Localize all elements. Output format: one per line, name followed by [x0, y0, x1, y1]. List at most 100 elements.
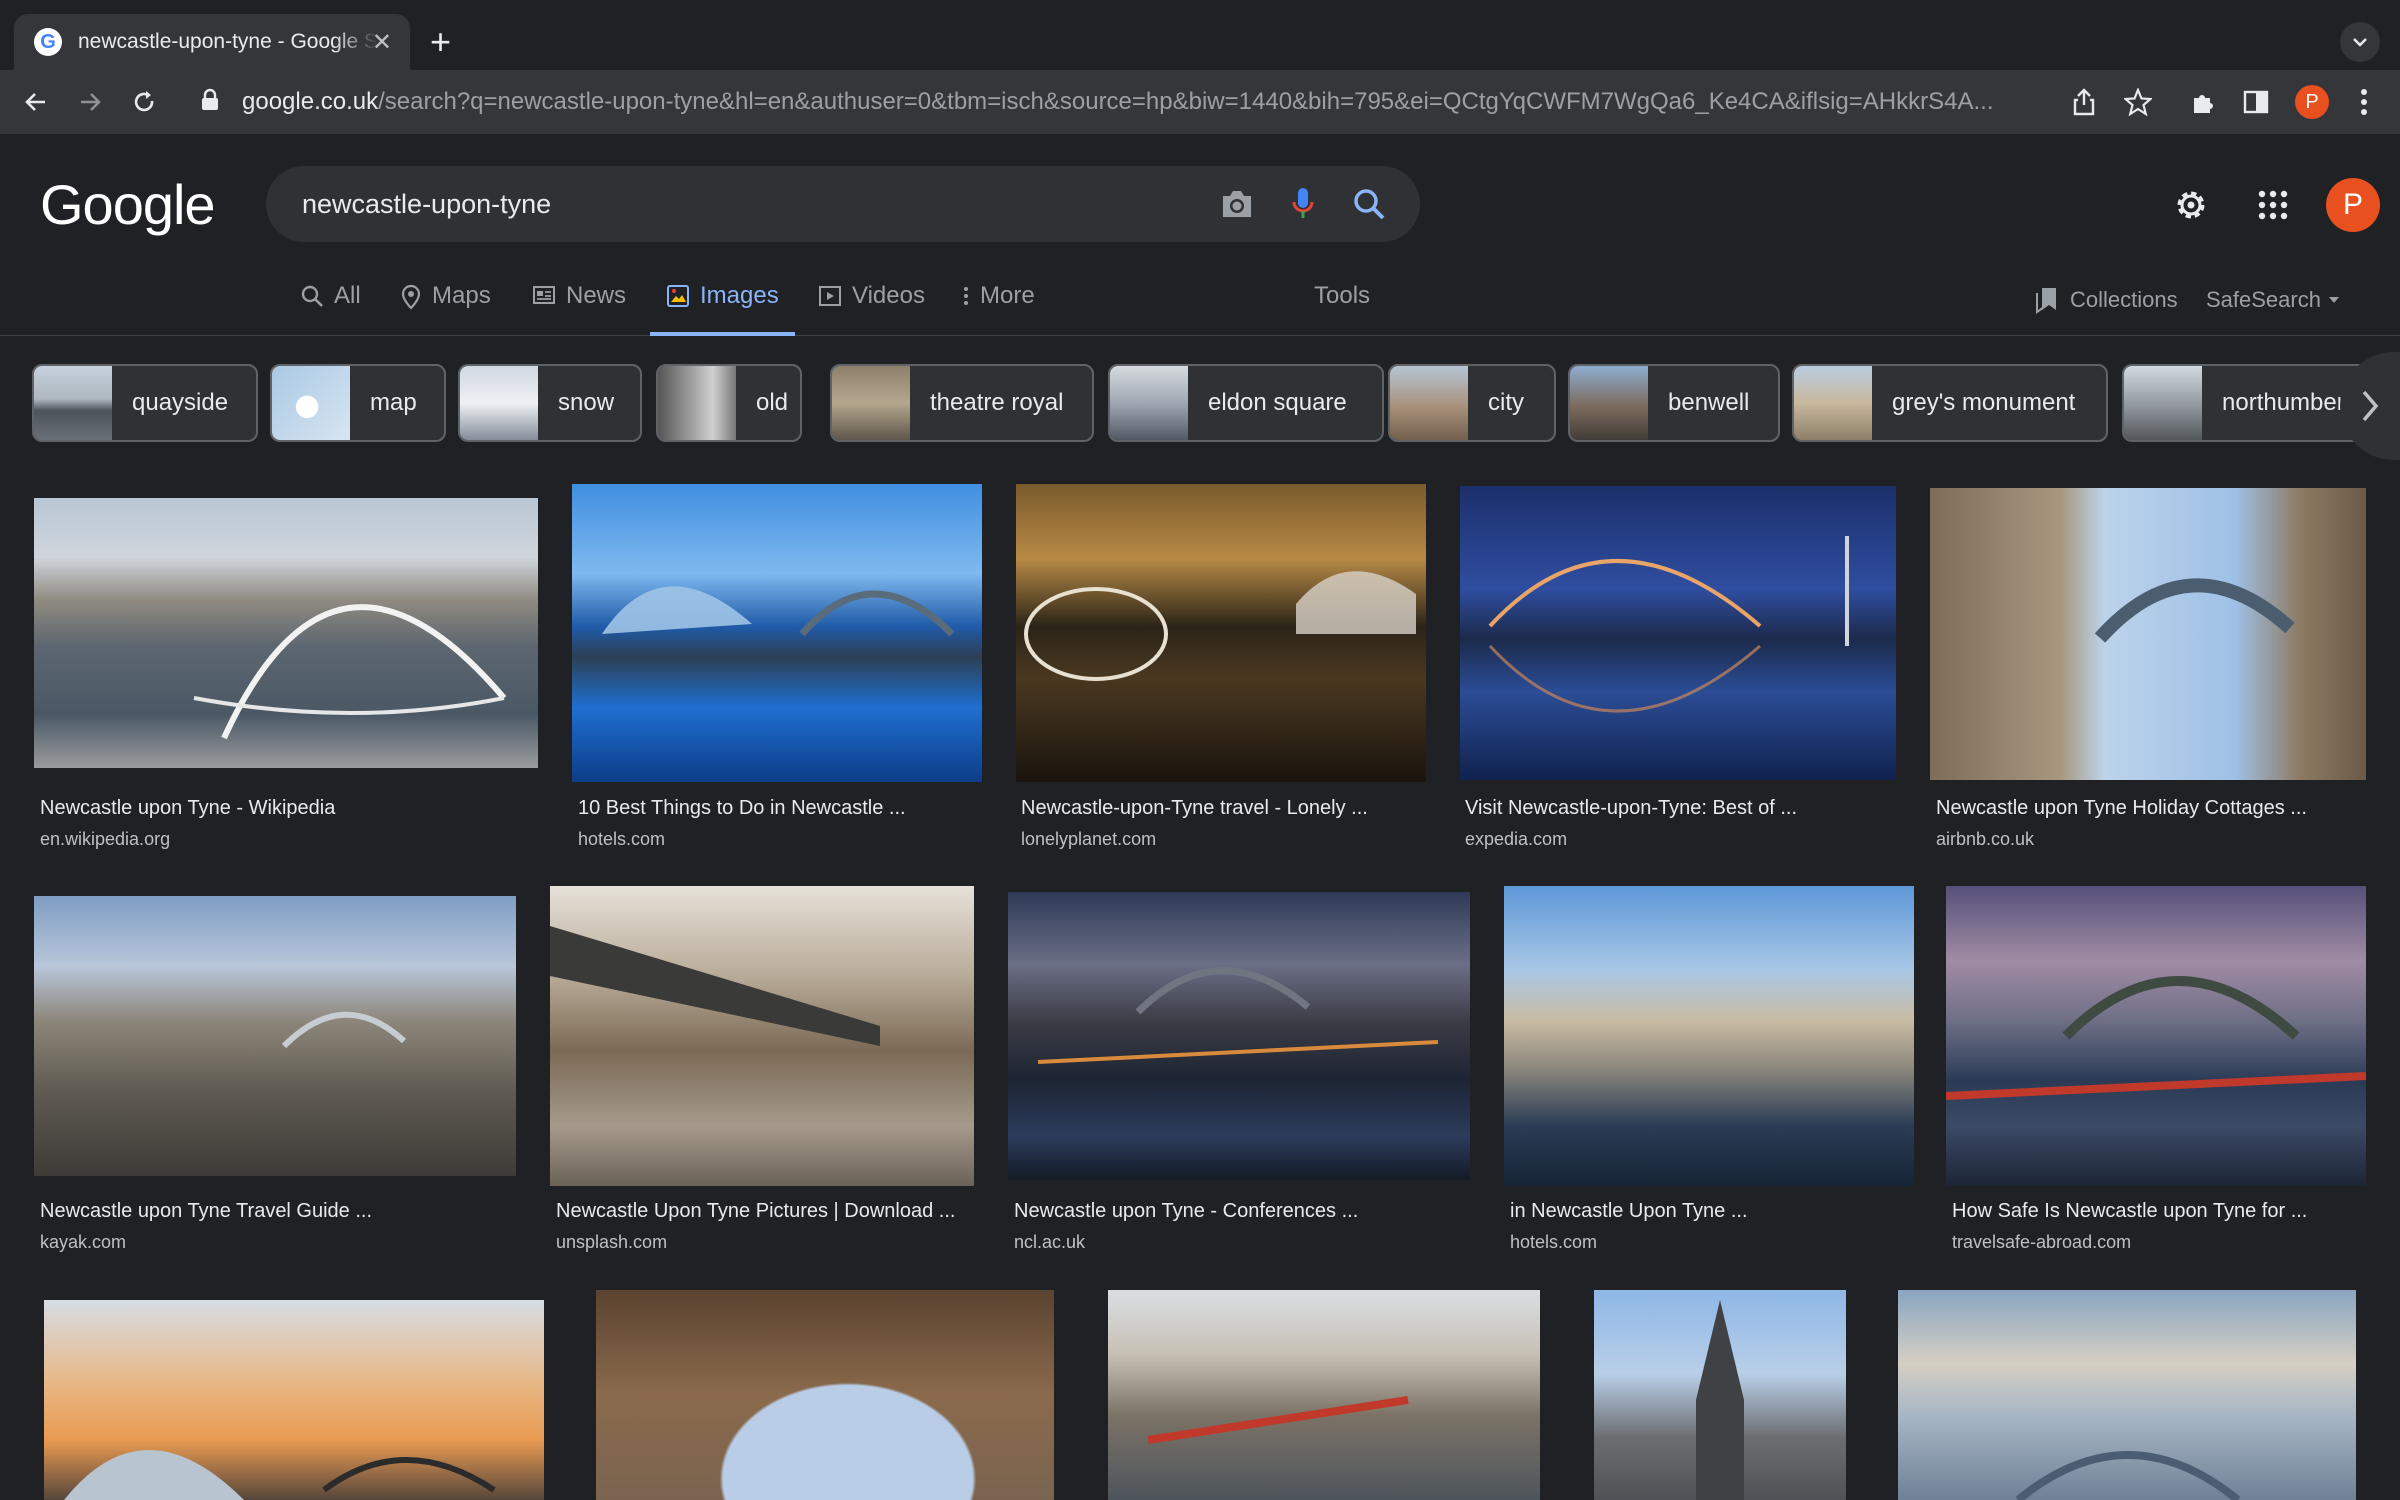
- new-tab-icon[interactable]: +: [430, 22, 451, 62]
- extensions-icon[interactable]: [2184, 82, 2224, 122]
- bookmark-star-icon[interactable]: [2118, 82, 2158, 122]
- collections-label: Collections: [2070, 287, 2178, 312]
- chip-eldon-square[interactable]: eldon square: [1108, 364, 1384, 442]
- forward-icon[interactable]: [70, 82, 110, 122]
- profile-avatar[interactable]: P: [2326, 178, 2380, 232]
- camera-icon[interactable]: [1214, 181, 1260, 227]
- result-image[interactable]: [44, 1300, 544, 1500]
- lock-icon[interactable]: [200, 88, 228, 117]
- safesearch-button[interactable]: SafeSearch: [2206, 286, 2341, 314]
- result-image[interactable]: [1946, 886, 2366, 1186]
- back-icon[interactable]: [16, 82, 56, 122]
- result-source[interactable]: expedia.com: [1465, 829, 1567, 850]
- profile-avatar-small[interactable]: P: [2292, 82, 2332, 122]
- tab-more-label: More: [980, 282, 1035, 309]
- result-title[interactable]: 10 Best Things to Do in Newcastle ...: [578, 797, 906, 820]
- chip-thumbnail: [460, 366, 538, 440]
- close-tab-icon[interactable]: ✕: [372, 28, 392, 57]
- chip-theatre-royal[interactable]: theatre royal: [830, 364, 1094, 442]
- result-title[interactable]: Newcastle upon Tyne Travel Guide ...: [40, 1200, 372, 1223]
- search-input[interactable]: newcastle-upon-tyne: [302, 189, 1214, 220]
- result-title[interactable]: Newcastle upon Tyne - Conferences ...: [1014, 1200, 1358, 1223]
- chip-label: snow: [558, 389, 615, 416]
- result-source[interactable]: lonelyplanet.com: [1021, 829, 1156, 850]
- result-image[interactable]: [596, 1290, 1054, 1500]
- chip-label: grey's monument: [1892, 389, 2076, 416]
- chip-label: eldon square: [1208, 389, 1347, 416]
- chip-label: quayside: [132, 389, 229, 416]
- browser-tab[interactable]: G newcastle-upon-tyne - Google Search ✕: [14, 14, 410, 70]
- result-image[interactable]: [1594, 1290, 1846, 1500]
- dropdown-arrow-icon: [2328, 297, 2339, 303]
- result-title[interactable]: Newcastle Upon Tyne Pictures | Download …: [556, 1200, 955, 1223]
- microphone-icon[interactable]: [1280, 181, 1326, 227]
- browser-menu-icon[interactable]: [2346, 82, 2382, 122]
- profile-initial-large: P: [2326, 178, 2380, 232]
- result-image[interactable]: [1016, 484, 1426, 782]
- google-logo[interactable]: Google: [40, 172, 216, 237]
- result-image[interactable]: [1008, 892, 1470, 1180]
- tab-title: newcastle-upon-tyne - Google Search: [78, 30, 378, 53]
- google-apps-icon[interactable]: [2246, 178, 2300, 232]
- result-title[interactable]: Newcastle upon Tyne - Wikipedia: [40, 797, 335, 820]
- result-title[interactable]: in Newcastle Upon Tyne ...: [1510, 1200, 1748, 1223]
- result-image[interactable]: [1108, 1290, 1540, 1500]
- collections-button[interactable]: Collections: [2034, 286, 2178, 314]
- result-image[interactable]: [34, 896, 516, 1176]
- tab-search-icon[interactable]: [2340, 22, 2380, 62]
- result-source[interactable]: travelsafe-abroad.com: [1952, 1232, 2131, 1253]
- result-image[interactable]: [1898, 1290, 2356, 1500]
- address-bar[interactable]: google.co.uk/search?q=newcastle-upon-tyn…: [184, 76, 2084, 128]
- search-icon[interactable]: [1346, 181, 1392, 227]
- tab-images[interactable]: Images: [650, 282, 795, 336]
- result-image[interactable]: [1460, 486, 1896, 780]
- profile-initial: P: [2295, 85, 2329, 119]
- result-image[interactable]: [572, 484, 982, 782]
- tab-videos-label: Videos: [852, 282, 925, 309]
- url-host: google.co.uk: [242, 88, 379, 115]
- tab-all[interactable]: All: [300, 282, 361, 336]
- chip-quayside[interactable]: quayside: [32, 364, 258, 442]
- tab-videos[interactable]: Videos: [818, 282, 925, 336]
- settings-gear-icon[interactable]: [2164, 178, 2218, 232]
- chip-label: city: [1488, 389, 1524, 416]
- related-search-chips: quayside map snow old theatre royal eldo…: [0, 364, 2400, 444]
- tab-news[interactable]: News: [532, 282, 626, 336]
- result-source[interactable]: unsplash.com: [556, 1232, 667, 1253]
- result-image[interactable]: [1930, 488, 2366, 780]
- result-source[interactable]: hotels.com: [578, 829, 665, 850]
- chip-greys-monument[interactable]: grey's monument: [1792, 364, 2108, 442]
- chip-city[interactable]: city: [1388, 364, 1556, 442]
- result-title[interactable]: Newcastle upon Tyne Holiday Cottages ...: [1936, 797, 2307, 820]
- chip-map[interactable]: map: [270, 364, 446, 442]
- chevron-right-icon: [2362, 390, 2379, 422]
- result-image[interactable]: [1504, 886, 1914, 1186]
- search-box[interactable]: newcastle-upon-tyne: [266, 166, 1420, 242]
- result-image[interactable]: [550, 886, 974, 1186]
- chip-old[interactable]: old: [656, 364, 802, 442]
- result-source[interactable]: ncl.ac.uk: [1014, 1232, 1085, 1253]
- result-source[interactable]: airbnb.co.uk: [1936, 829, 2034, 850]
- result-title[interactable]: Newcastle-upon-Tyne travel - Lonely ...: [1021, 797, 1368, 820]
- chip-label: map: [370, 389, 417, 416]
- side-panel-icon[interactable]: [2236, 82, 2276, 122]
- result-source[interactable]: hotels.com: [1510, 1232, 1597, 1253]
- result-title[interactable]: Visit Newcastle-upon-Tyne: Best of ...: [1465, 797, 1797, 820]
- reload-icon[interactable]: [124, 82, 164, 122]
- tab-maps-label: Maps: [432, 282, 491, 309]
- search-nav-tabs: All Maps News Images Videos More Tools C…: [0, 270, 2400, 336]
- tools-button[interactable]: Tools: [1314, 282, 1370, 336]
- collections-bookmark-icon: [2036, 288, 2056, 314]
- result-source[interactable]: en.wikipedia.org: [40, 829, 170, 850]
- result-image[interactable]: [34, 498, 538, 768]
- chip-benwell[interactable]: benwell: [1568, 364, 1780, 442]
- tab-images-label: Images: [700, 282, 779, 309]
- result-source[interactable]: kayak.com: [40, 1232, 126, 1253]
- share-icon[interactable]: [2066, 82, 2102, 122]
- result-title[interactable]: How Safe Is Newcastle upon Tyne for ...: [1952, 1200, 2307, 1223]
- tab-maps[interactable]: Maps: [400, 282, 491, 336]
- tab-news-label: News: [566, 282, 627, 309]
- chip-thumbnail: [1794, 366, 1872, 440]
- chip-snow[interactable]: snow: [458, 364, 642, 442]
- tab-more[interactable]: More: [962, 282, 1035, 336]
